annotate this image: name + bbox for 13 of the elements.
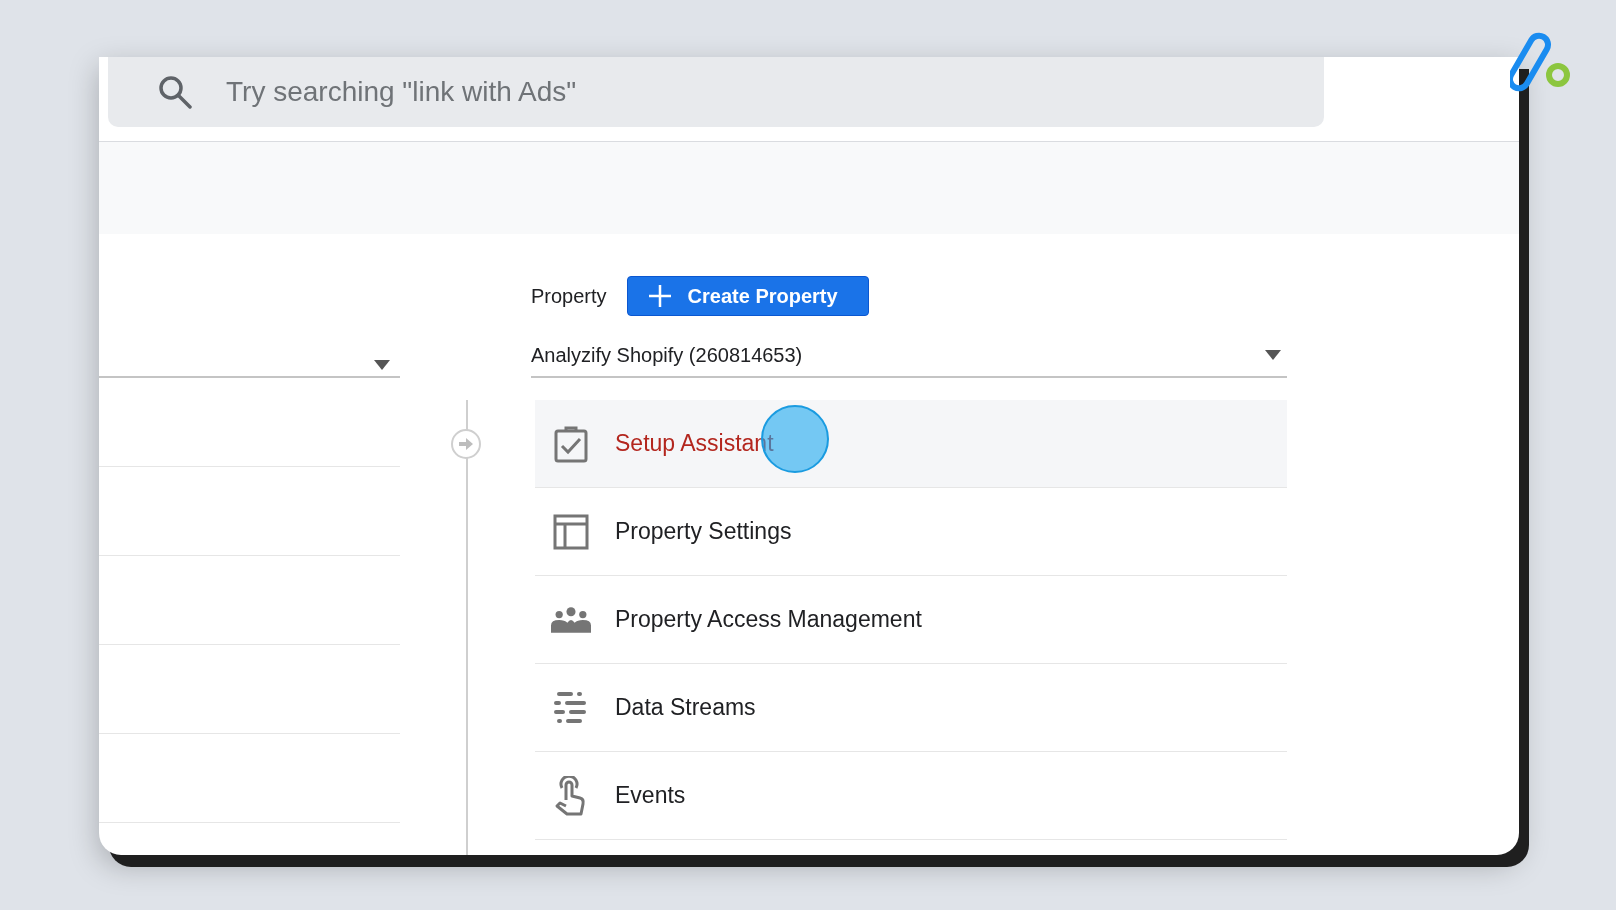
dropdown-arrow-icon	[374, 360, 390, 370]
create-property-button[interactable]: Create Property	[626, 276, 869, 316]
property-dropdown[interactable]: Analyzify Shopify (260814653)	[531, 334, 1287, 378]
plus-icon	[647, 284, 672, 308]
people-icon	[551, 605, 591, 634]
clipboard-check-icon	[553, 424, 589, 463]
property-label: Property	[531, 284, 607, 308]
search-icon	[158, 75, 192, 109]
dropdown-arrow-icon	[1265, 350, 1281, 360]
data-streams-icon	[553, 689, 589, 726]
search-field[interactable]: Try searching "link with Ads"	[108, 57, 1324, 127]
layout-icon	[553, 513, 589, 550]
account-dropdown[interactable]	[99, 360, 400, 378]
